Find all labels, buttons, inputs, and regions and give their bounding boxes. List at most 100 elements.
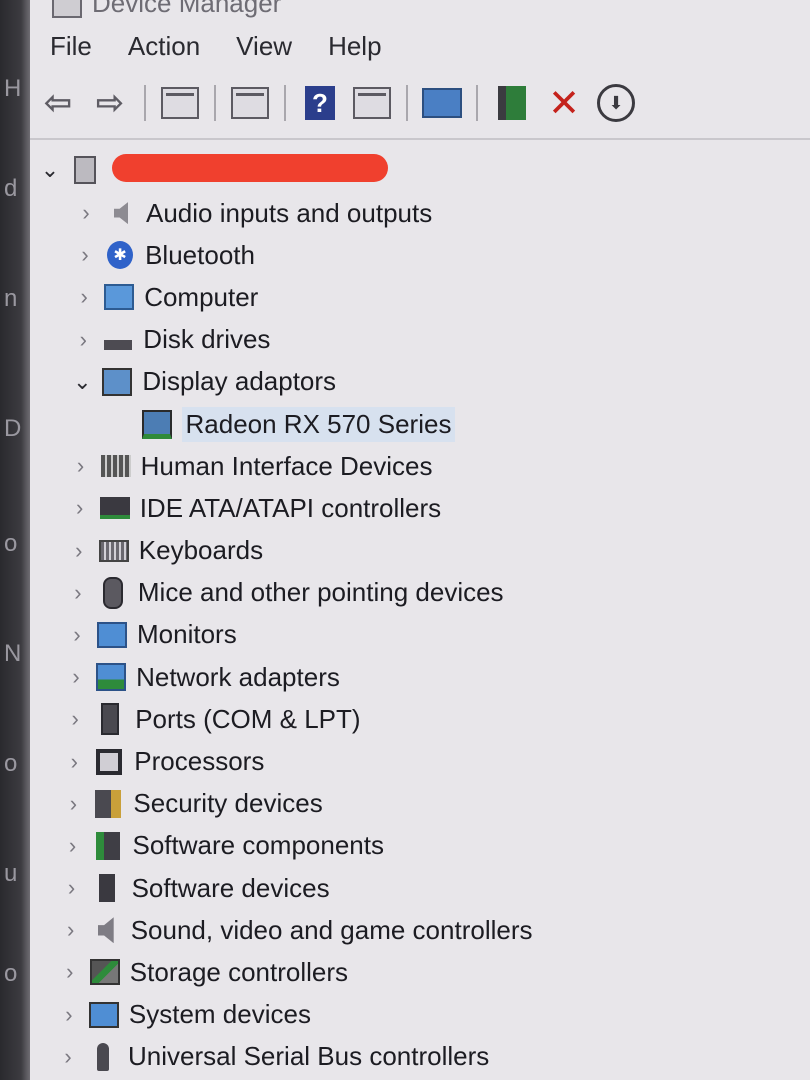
chevron-right-icon[interactable]: ›	[62, 749, 86, 775]
adjacent-window-glyph: d	[4, 175, 18, 202]
tree-category-display-adaptors[interactable]: ⌄ Display adaptors	[30, 361, 810, 403]
tree-category-ports-com-lpt[interactable]: › Ports (COM & LPT)	[30, 698, 810, 740]
tree-category-label: Universal Serial Bus controllers	[128, 1041, 490, 1072]
tree-category-label: Processors	[134, 746, 265, 777]
tree-category-label: Ports (COM & LPT)	[135, 703, 361, 734]
tree-category-keyboards[interactable]: › Keyboards	[30, 530, 810, 572]
adjacent-window-glyph: H	[4, 75, 22, 102]
chevron-right-icon[interactable]: ›	[60, 875, 84, 901]
tree-category-bluetooth[interactable]: › ✱ Bluetooth	[30, 234, 810, 276]
tree-category-label: Bluetooth	[145, 239, 255, 270]
tree-category-ide-ata-atapi-controllers[interactable]: › IDE ATA/ATAPI controllers	[30, 487, 810, 529]
tree-root[interactable]: ⌄	[30, 148, 810, 192]
uninstall-device-button[interactable]: ✕	[542, 81, 586, 125]
mouse-icon	[98, 576, 128, 609]
ide-controller-icon	[99, 494, 130, 522]
back-button[interactable]: ⇦	[36, 81, 80, 125]
menu-file[interactable]: File	[30, 31, 110, 62]
console-tree-icon	[161, 87, 199, 119]
sound-controller-icon	[91, 916, 121, 944]
show-hide-console-tree-button[interactable]	[158, 81, 202, 125]
tree-category-disk-drives[interactable]: › Disk drives	[30, 319, 810, 361]
help-button[interactable]: ?	[298, 81, 342, 125]
chevron-right-icon[interactable]: ›	[71, 327, 95, 353]
tree-category-software-devices[interactable]: › Software devices	[30, 867, 810, 909]
chevron-right-icon[interactable]: ›	[74, 200, 98, 226]
tree-category-processors[interactable]: › Processors	[30, 740, 810, 782]
monitor-icon	[422, 88, 462, 118]
chevron-right-icon[interactable]: ›	[59, 917, 83, 943]
disk-drive-icon	[103, 326, 133, 354]
usb-controller-icon	[88, 1042, 118, 1071]
toolbar-separator	[214, 85, 216, 121]
speaker-icon	[106, 199, 136, 227]
chevron-right-icon[interactable]: ›	[67, 538, 91, 564]
tree-category-system-devices[interactable]: › System devices	[30, 994, 810, 1036]
adjacent-window-glyph: N	[4, 640, 22, 667]
chevron-down-icon[interactable]: ⌄	[70, 369, 94, 395]
network-adapter-icon	[96, 663, 127, 692]
tree-category-label: Sound, video and game controllers	[130, 914, 533, 945]
security-device-icon	[93, 789, 123, 818]
tree-category-computer[interactable]: › Computer	[30, 276, 810, 318]
device-tree: ⌄ › Audio inputs and outputs › ✱ Bluetooth › C…	[30, 140, 810, 1078]
tree-device-label: Radeon RX 570 Series	[181, 406, 456, 442]
toolbar: ⇦ ⇨ ? ✕ ⬇	[30, 68, 810, 140]
tree-category-label: Software components	[132, 830, 384, 861]
properties-button[interactable]	[228, 81, 272, 125]
title-bar: Device Manager	[30, 0, 810, 24]
chevron-right-icon[interactable]: ›	[63, 706, 87, 732]
tree-device-radeon-rx-570-series[interactable]: Radeon RX 570 Series	[30, 403, 810, 445]
scan-hardware-button[interactable]	[420, 81, 464, 125]
chevron-right-icon[interactable]: ›	[64, 664, 88, 690]
device-manager-window: Device Manager File Action View Help ⇦ ⇨…	[30, 0, 810, 1080]
adjacent-window-glyph: o	[4, 750, 18, 777]
computer-icon	[104, 283, 135, 311]
storage-controller-icon	[89, 958, 120, 986]
tree-category-universal-serial-bus-controllers[interactable]: › Universal Serial Bus controllers	[30, 1036, 810, 1078]
menu-view[interactable]: View	[218, 31, 310, 62]
chevron-right-icon[interactable]: ›	[68, 495, 92, 521]
chevron-right-icon[interactable]: ›	[66, 580, 90, 606]
tree-category-software-components[interactable]: › Software components	[30, 825, 810, 867]
adjacent-window-glyph: u	[4, 860, 18, 887]
tree-category-security-devices[interactable]: › Security devices	[30, 783, 810, 825]
menu-help[interactable]: Help	[310, 31, 399, 62]
tree-category-label: Storage controllers	[129, 956, 349, 987]
tree-category-label: Mice and other pointing devices	[137, 577, 504, 608]
chevron-down-icon[interactable]: ⌄	[38, 157, 62, 183]
chevron-right-icon[interactable]: ›	[61, 833, 85, 859]
chevron-right-icon[interactable]: ›	[61, 791, 85, 817]
view-button[interactable]	[350, 81, 394, 125]
tree-category-audio-inputs-and-outputs[interactable]: › Audio inputs and outputs	[30, 192, 810, 234]
chevron-right-icon[interactable]: ›	[65, 622, 89, 648]
update-driver-button[interactable]	[490, 81, 534, 125]
forward-button[interactable]: ⇨	[88, 81, 132, 125]
processor-icon	[94, 748, 124, 776]
tree-category-label: Keyboards	[138, 535, 264, 566]
adjacent-window-glyph: o	[4, 530, 18, 557]
tree-category-storage-controllers[interactable]: › Storage controllers	[30, 951, 810, 993]
download-icon: ⬇	[597, 84, 635, 122]
chevron-right-icon[interactable]: ›	[69, 453, 93, 479]
computer-icon	[70, 156, 100, 184]
tree-category-label: Human Interface Devices	[140, 450, 433, 481]
tree-category-monitors[interactable]: › Monitors	[30, 614, 810, 656]
chevron-right-icon[interactable]: ›	[72, 284, 96, 310]
tree-category-mice-and-other-pointing-devices[interactable]: › Mice and other pointing devices	[30, 572, 810, 614]
tree-category-label: Computer	[144, 281, 259, 312]
chevron-right-icon[interactable]: ›	[73, 242, 97, 268]
monitor-icon	[97, 621, 127, 649]
tree-category-sound-video-and-game-controllers[interactable]: › Sound, video and game controllers	[30, 909, 810, 951]
chevron-right-icon[interactable]: ›	[57, 1002, 81, 1028]
adjacent-window-glyph: o	[4, 960, 18, 987]
chevron-right-icon[interactable]: ›	[56, 1044, 80, 1070]
menu-action[interactable]: Action	[110, 31, 218, 62]
forward-arrow-icon: ⇨	[95, 84, 125, 122]
keyboard-icon	[98, 537, 129, 565]
tree-category-network-adapters[interactable]: › Network adapters	[30, 656, 810, 698]
disable-device-button[interactable]: ⬇	[594, 81, 638, 125]
chevron-right-icon[interactable]: ›	[58, 959, 82, 985]
properties-icon	[231, 87, 269, 119]
tree-category-human-interface-devices[interactable]: › Human Interface Devices	[30, 445, 810, 487]
